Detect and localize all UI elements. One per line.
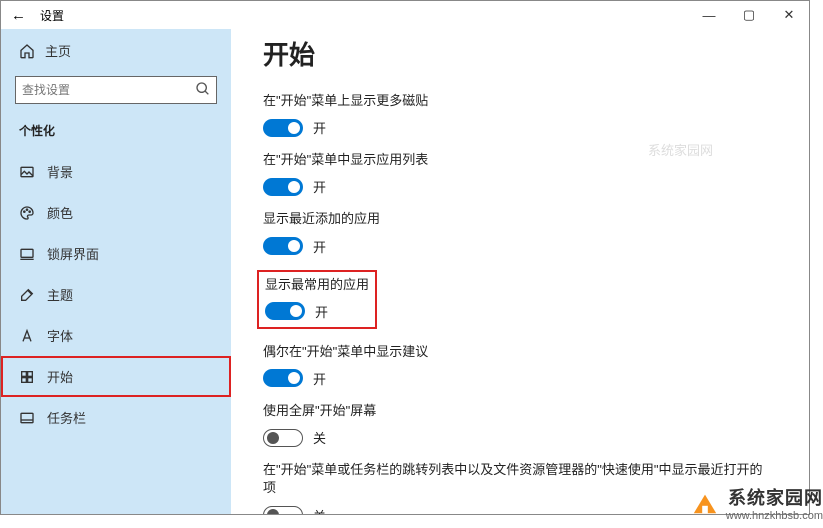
setting-item: 显示最近添加的应用开 (263, 210, 769, 255)
sidebar-item-themes[interactable]: 主题 (1, 274, 231, 315)
sidebar-item-start[interactable]: 开始 (1, 356, 231, 397)
search-icon[interactable] (195, 81, 211, 97)
window-title: 设置 (40, 7, 64, 24)
picture-icon (19, 164, 35, 180)
watermark-url: www.hnzkhbsb.com (726, 510, 823, 522)
page-title: 开始 (263, 35, 769, 72)
toggle-switch[interactable] (263, 369, 303, 387)
toggle-switch[interactable] (263, 506, 303, 514)
setting-label: 在"开始"菜单上显示更多磁贴 (263, 92, 769, 110)
nav-label: 开始 (47, 367, 73, 386)
sidebar-item-colors[interactable]: 颜色 (1, 192, 231, 233)
font-icon (19, 328, 35, 344)
nav-label: 背景 (47, 162, 73, 181)
watermark-title: 系统家园网 (726, 484, 823, 510)
nav-label: 锁屏界面 (47, 244, 99, 263)
theme-icon (19, 287, 35, 303)
setting-item: 显示最常用的应用开 (263, 270, 769, 329)
setting-label: 使用全屏"开始"屏幕 (263, 402, 769, 420)
setting-item: 使用全屏"开始"屏幕关 (263, 402, 769, 447)
minimize-button[interactable]: — (689, 1, 729, 29)
setting-item: 在"开始"菜单上显示更多磁贴开 (263, 92, 769, 137)
sidebar-item-taskbar[interactable]: 任务栏 (1, 397, 231, 438)
sidebar: 主页 个性化 背景 颜色 锁屏界面 (1, 29, 231, 514)
search-input[interactable] (15, 76, 217, 104)
toggle-state: 关 (313, 506, 326, 515)
palette-icon (19, 205, 35, 221)
home-icon (19, 43, 35, 59)
home-link[interactable]: 主页 (1, 31, 231, 70)
nav-label: 颜色 (47, 203, 73, 222)
toggle-state: 开 (315, 302, 328, 321)
nav-list: 背景 颜色 锁屏界面 主题 字体 (1, 151, 231, 438)
toggle-state: 关 (313, 428, 326, 447)
maximize-button[interactable]: ▢ (729, 1, 769, 29)
lockscreen-icon (19, 246, 35, 262)
content: 开始 在"开始"菜单上显示更多磁贴开在"开始"菜单中显示应用列表开显示最近添加的… (231, 29, 809, 514)
setting-label: 显示最常用的应用 (265, 276, 369, 294)
toggle-state: 开 (313, 237, 326, 256)
sidebar-item-background[interactable]: 背景 (1, 151, 231, 192)
titlebar: ← 设置 — ▢ ✕ (1, 1, 809, 29)
back-button[interactable]: ← (11, 7, 26, 24)
toggle-switch[interactable] (263, 119, 303, 137)
nav-label: 字体 (47, 326, 73, 345)
toggle-state: 开 (313, 177, 326, 196)
toggle-switch[interactable] (263, 178, 303, 196)
setting-label: 显示最近添加的应用 (263, 210, 769, 228)
watermark-faint: 系统家园网 (648, 140, 713, 159)
toggle-state: 开 (313, 118, 326, 137)
taskbar-icon (19, 410, 35, 426)
sidebar-item-lockscreen[interactable]: 锁屏界面 (1, 233, 231, 274)
nav-label: 任务栏 (47, 408, 86, 427)
section-header: 个性化 (1, 118, 231, 151)
watermark: 系统家园网 www.hnzkhbsb.com (690, 484, 823, 522)
toggle-switch[interactable] (263, 237, 303, 255)
toggle-state: 开 (313, 369, 326, 388)
close-button[interactable]: ✕ (769, 1, 809, 29)
sidebar-item-fonts[interactable]: 字体 (1, 315, 231, 356)
toggle-switch[interactable] (265, 302, 305, 320)
start-icon (19, 369, 35, 385)
watermark-logo-icon (690, 489, 720, 517)
home-label: 主页 (45, 41, 71, 60)
setting-item: 偶尔在"开始"菜单中显示建议开 (263, 343, 769, 388)
setting-label: 偶尔在"开始"菜单中显示建议 (263, 343, 769, 361)
nav-label: 主题 (47, 285, 73, 304)
toggle-switch[interactable] (263, 429, 303, 447)
